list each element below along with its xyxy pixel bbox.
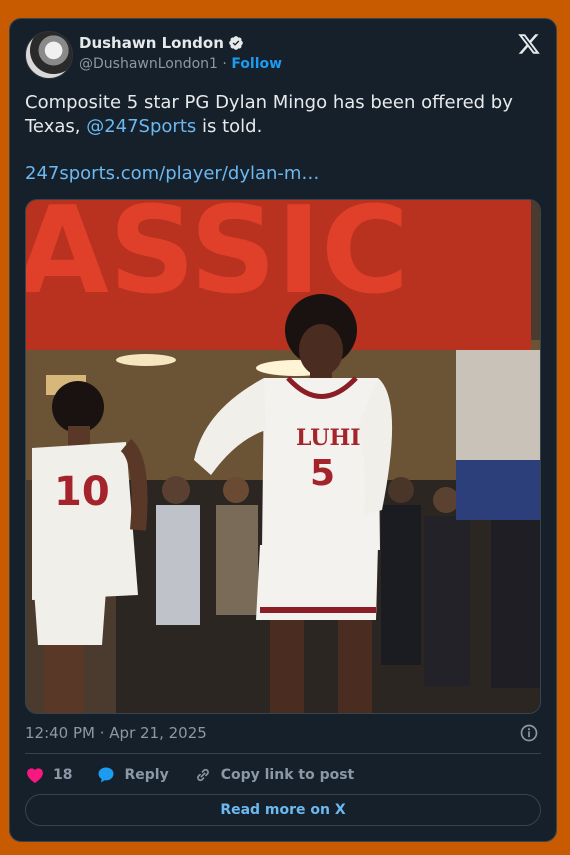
tweet-text: Composite 5 star PG Dylan Mingo has been…: [25, 91, 541, 139]
follow-button[interactable]: Follow: [231, 56, 282, 72]
author-handle-row: @DushawnLondon1 · Follow: [79, 56, 282, 72]
tweet-photo[interactable]: ASSIC 10 LUHI 5: [25, 199, 541, 714]
avatar[interactable]: [25, 31, 73, 79]
mention-link[interactable]: @247Sports: [86, 116, 196, 137]
copy-link-button[interactable]: Copy link to post: [193, 765, 355, 785]
link-icon: [196, 768, 209, 782]
reply-label: Reply: [124, 767, 169, 783]
reply-bubble-icon: [98, 767, 114, 783]
author-name[interactable]: Dushawn London: [79, 34, 224, 52]
read-more-button[interactable]: Read more on X: [25, 794, 541, 826]
like-count: 18: [53, 767, 73, 783]
divider: [25, 753, 541, 754]
verified-badge-icon: [229, 36, 243, 50]
x-logo-icon[interactable]: [517, 32, 541, 56]
tweet-card: Dushawn London @DushawnLondon1 · Follow …: [9, 18, 557, 842]
main-jersey-team: LUHI: [296, 425, 361, 451]
like-button[interactable]: 18: [25, 765, 72, 785]
reply-button[interactable]: Reply: [96, 765, 169, 785]
main-jersey-number: 5: [310, 453, 335, 494]
back-jersey-number: 10: [54, 469, 110, 515]
info-icon[interactable]: [519, 723, 539, 743]
heart-icon: [27, 768, 43, 783]
article-link[interactable]: 247sports.com/player/dylan-m…: [25, 163, 319, 184]
tweet-header: Dushawn London @DushawnLondon1 · Follow: [25, 31, 541, 81]
author-name-row: Dushawn London: [79, 34, 244, 52]
author-handle[interactable]: @DushawnLondon1: [79, 56, 218, 72]
separator: ·: [222, 56, 227, 72]
action-bar: 18 Reply Copy link to post: [25, 763, 378, 787]
tweet-text-part: is told.: [196, 116, 263, 137]
tweet-timestamp[interactable]: 12:40 PM · Apr 21, 2025: [25, 724, 207, 742]
basketball-photo: ASSIC 10 LUHI 5: [26, 200, 540, 713]
copy-link-label: Copy link to post: [220, 767, 355, 783]
banner-text: ASSIC: [26, 200, 409, 321]
